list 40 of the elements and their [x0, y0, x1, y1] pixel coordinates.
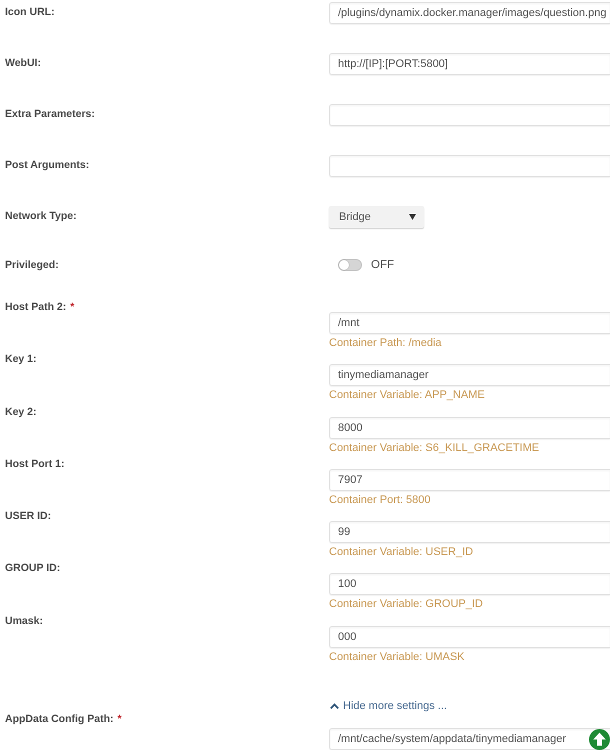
field-label: Key 2: — [5, 404, 37, 419]
text-field[interactable]: 8000 — [329, 416, 610, 439]
field-label: Host Path 2: — [5, 300, 66, 314]
hide-settings-link[interactable]: Hide more settings ... — [329, 699, 447, 714]
text-field[interactable]: 000 — [329, 626, 610, 648]
field-label: Privileged: — [5, 258, 59, 272]
field-label: Umask: — [5, 614, 43, 628]
field-description: Container Path: /media — [329, 336, 442, 350]
field-label: Icon URL: — [5, 5, 55, 19]
field-description: Container Variable: USER_ID — [329, 545, 474, 560]
required-asterisk: * — [118, 712, 122, 726]
field-label: Network Type: — [5, 209, 77, 223]
toggle-state-label: OFF — [371, 258, 394, 272]
field-label: Key 1: — [5, 352, 37, 366]
toggle-switch[interactable] — [338, 259, 362, 271]
field-description: Container Variable: S6_KILL_GRACETIME — [329, 440, 540, 455]
text-field[interactable]: http://[IP]:[PORT:5800] — [329, 53, 610, 75]
text-field[interactable]: 99 — [329, 521, 610, 544]
dropdown[interactable]: Bridge — [329, 206, 424, 228]
text-field[interactable]: 100 — [329, 573, 610, 596]
field-label: GROUP ID: — [5, 561, 60, 576]
field-description: Container Variable: APP_NAME — [329, 388, 485, 402]
field-label: WebUI: — [5, 56, 41, 70]
caret-down-icon — [409, 214, 416, 220]
field-label: USER ID: — [5, 509, 52, 524]
text-field[interactable]: tinymediamanager — [329, 364, 610, 386]
text-field[interactable]: /plugins/dynamix.docker.manager/images/question.png — [329, 2, 610, 24]
field-description: Container Port: 5800 — [329, 492, 431, 507]
text-field[interactable]: 7907 — [329, 468, 610, 491]
text-field[interactable] — [329, 155, 610, 177]
field-description: Container Variable: GROUP_ID — [329, 597, 483, 612]
field-label: Host Port 1: — [5, 456, 65, 471]
path-field[interactable]: /mnt/cache/system/appdata/tinymediamanager — [329, 728, 610, 750]
required-asterisk: * — [70, 300, 74, 314]
text-field[interactable] — [329, 104, 610, 126]
field-description: Container Variable: UMASK — [329, 650, 465, 664]
text-field[interactable]: /mnt — [329, 312, 610, 334]
field-label: Extra Parameters: — [5, 107, 95, 121]
field-label: Post Arguments: — [5, 158, 90, 172]
field-label: AppData Config Path: — [5, 712, 114, 726]
